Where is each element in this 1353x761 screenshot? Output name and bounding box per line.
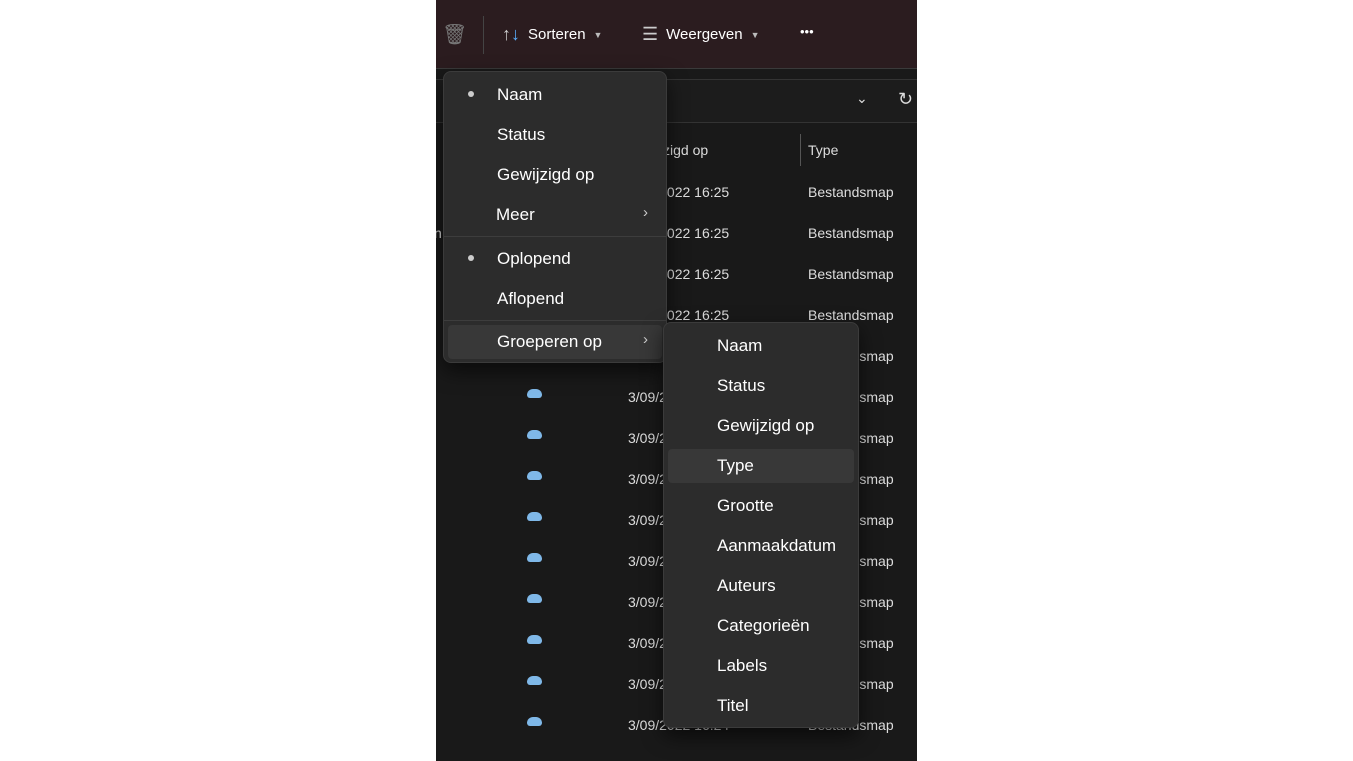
group-by-option[interactable]: Labels xyxy=(668,649,854,683)
cloud-icon xyxy=(527,717,542,726)
group-by-option[interactable]: Auteurs xyxy=(668,569,854,603)
chevron-down-icon: ▼ xyxy=(593,29,603,40)
cloud-icon xyxy=(527,430,542,439)
menu-separator xyxy=(444,236,666,237)
cloud-icon xyxy=(527,512,542,521)
sort-by-name[interactable]: Naam xyxy=(448,78,662,112)
group-by-option[interactable]: Naam xyxy=(668,329,854,363)
group-by-option[interactable]: Gewijzigd op xyxy=(668,409,854,443)
group-by-option[interactable]: Type xyxy=(668,449,854,483)
sort-icon: ↑↓ xyxy=(502,24,520,44)
file-type: Bestandsmap xyxy=(808,184,894,200)
group-by-option[interactable]: Categorieën xyxy=(668,609,854,643)
file-type: Bestandsmap xyxy=(808,307,894,323)
file-name: n xyxy=(436,225,442,241)
file-explorer-window: 🗑 ↑↓ Sorteren ▼ ☰ Weergeven ▼ ••• ⌄ ↻ Gewi… xyxy=(436,0,917,761)
divider xyxy=(483,16,484,54)
selected-dot-icon xyxy=(468,255,474,261)
chevron-down-icon[interactable]: ⌄ xyxy=(856,90,868,107)
column-divider[interactable] xyxy=(800,134,801,166)
chevron-right-icon: › xyxy=(643,204,648,221)
refresh-icon[interactable]: ↻ xyxy=(898,89,913,110)
file-type: Bestandsmap xyxy=(808,225,894,241)
group-by[interactable]: Groeperen op › xyxy=(448,325,662,359)
sort-ascending[interactable]: Oplopend xyxy=(448,242,662,276)
sort-menu: Naam Status Gewijzigd op Meer › Oplopend … xyxy=(443,71,667,363)
group-by-option[interactable]: Grootte xyxy=(668,489,854,523)
more-button[interactable]: ••• xyxy=(800,24,814,39)
sort-by-status[interactable]: Status xyxy=(448,118,662,152)
delete-icon[interactable]: 🗑 xyxy=(442,22,467,47)
cloud-icon xyxy=(527,553,542,562)
group-by-option[interactable]: Aanmaakdatum xyxy=(668,529,854,563)
chevron-down-icon: ▼ xyxy=(750,29,760,40)
cloud-icon xyxy=(527,389,542,398)
column-header-type[interactable]: Type xyxy=(808,142,838,158)
menu-separator xyxy=(444,320,666,321)
view-icon: ☰ xyxy=(642,24,659,44)
sort-more[interactable]: Meer › xyxy=(448,198,662,232)
cloud-icon xyxy=(527,635,542,644)
chevron-right-icon: › xyxy=(643,331,648,348)
group-by-submenu: Naam Status Gewijzigd op Type Grootte Aanmaak… xyxy=(663,322,859,728)
selected-dot-icon xyxy=(468,91,474,97)
command-bar: 🗑 ↑↓ Sorteren ▼ ☰ Weergeven ▼ ••• xyxy=(436,0,917,69)
view-button[interactable]: ☰ Weergeven ▼ xyxy=(642,24,760,45)
sort-descending[interactable]: Aflopend xyxy=(448,282,662,316)
cloud-icon xyxy=(527,471,542,480)
cloud-icon xyxy=(527,676,542,685)
cloud-icon xyxy=(527,594,542,603)
group-by-option[interactable]: Status xyxy=(668,369,854,403)
sort-button[interactable]: ↑↓ Sorteren ▼ xyxy=(502,24,602,45)
file-type: Bestandsmap xyxy=(808,266,894,282)
sort-by-modified[interactable]: Gewijzigd op xyxy=(448,158,662,192)
group-by-option[interactable]: Titel xyxy=(668,689,854,723)
